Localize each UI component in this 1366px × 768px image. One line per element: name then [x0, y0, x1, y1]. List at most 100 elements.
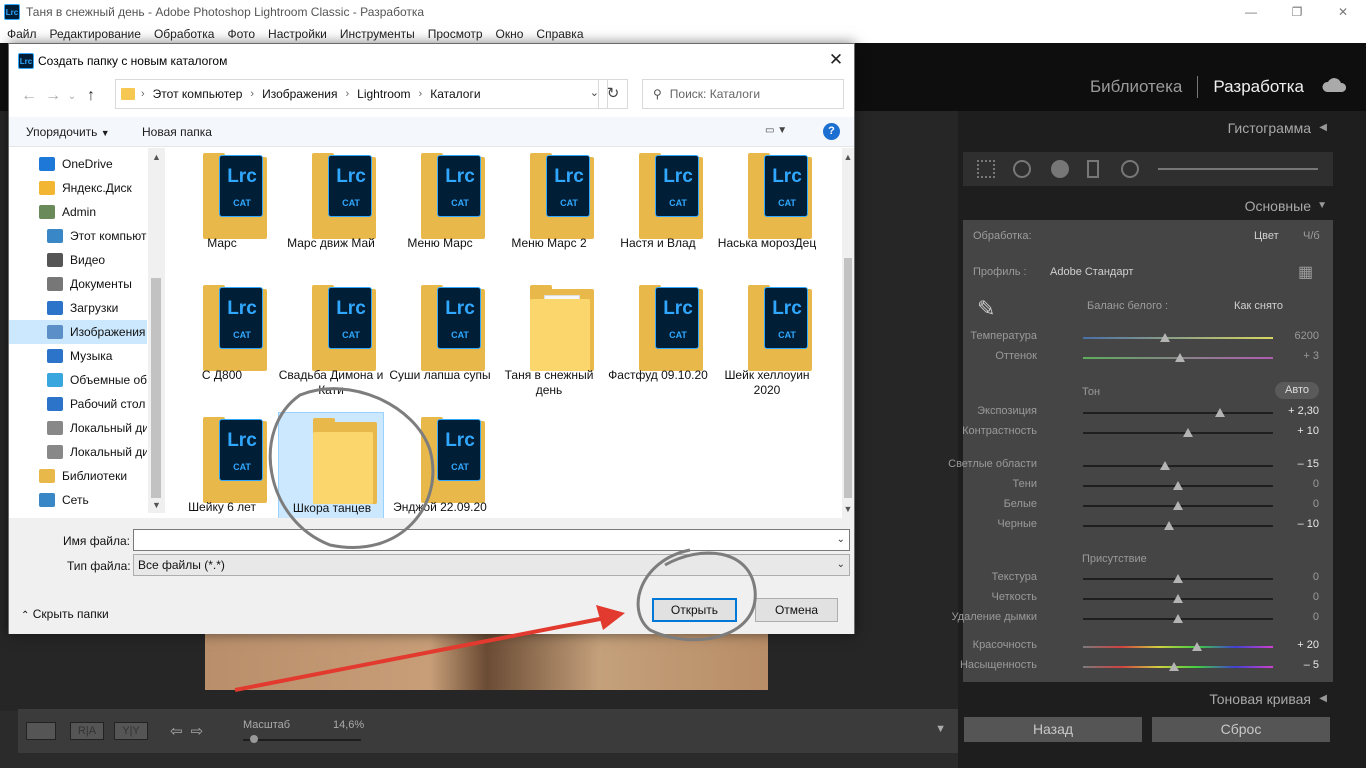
scroll-down-icon[interactable]: ▼ [148, 500, 165, 510]
view-options-button[interactable]: ▭ ▼ [765, 125, 795, 139]
file-item[interactable]: Lrc CAT Наська морозДец [714, 148, 820, 266]
slider-thumb[interactable] [1169, 662, 1180, 671]
menu-item[interactable]: Файл [7, 27, 37, 41]
cloud-icon[interactable] [1322, 78, 1346, 92]
minimize-button[interactable]: — [1228, 0, 1274, 24]
back-button[interactable]: Назад [963, 716, 1143, 743]
file-item[interactable]: Lrc CAT Настя и Влад [605, 148, 711, 266]
forward-arrow-icon[interactable]: → [41, 87, 65, 105]
menu-item[interactable]: Справка [536, 27, 583, 41]
tree-item[interactable]: Музыка [9, 344, 147, 368]
brush-slider[interactable] [1158, 168, 1318, 170]
scroll-up-icon[interactable]: ▲ [842, 152, 854, 162]
wb-value[interactable]: Как снято [1234, 300, 1283, 312]
recent-chevron-icon[interactable]: ⌄ [65, 91, 79, 102]
tree-item[interactable]: Изображения [9, 320, 147, 344]
eyedropper-icon[interactable]: ✎ [977, 296, 995, 322]
organize-button[interactable]: Упорядочить ▼ [26, 125, 110, 139]
slider-thumb[interactable] [1182, 428, 1193, 437]
file-item[interactable]: Lrc CAT Свадьба Димона и Кати [278, 280, 384, 398]
tree-item[interactable]: Яндекс.Диск [9, 176, 147, 200]
profile-value[interactable]: Adobe Стандарт [1050, 266, 1133, 278]
treatment-color[interactable]: Цвет [1254, 230, 1279, 242]
file-item[interactable]: Lrc CAT Фастфуд 09.10.20 [605, 280, 711, 398]
tree-item[interactable]: Видео [9, 248, 147, 272]
view-mode-button[interactable] [26, 722, 56, 740]
arrow-left-icon[interactable]: ⇦ [170, 722, 183, 740]
menu-item[interactable]: Фото [227, 27, 255, 41]
zoom-slider-thumb[interactable] [250, 735, 258, 743]
slider-thumb[interactable] [1173, 574, 1183, 583]
tree-item[interactable]: Загрузки [9, 296, 147, 320]
open-button[interactable]: Открыть [652, 598, 737, 622]
file-item[interactable]: Lrc CAT Меню Марс 2 [496, 148, 602, 266]
slider-thumb[interactable] [1173, 614, 1183, 623]
tree-item[interactable]: Локальный диск (C:) [9, 416, 147, 440]
tree-item[interactable]: Локальный диск (D:) [9, 440, 147, 464]
crop-tool-icon[interactable] [977, 160, 995, 178]
files-scrollbar[interactable]: ▲ ▼ [842, 148, 854, 518]
tree-item[interactable]: Рабочий стол [9, 392, 147, 416]
breadcrumb-item[interactable]: Каталоги [430, 87, 480, 101]
file-item[interactable]: Lrc CAT Энджой 22.09.20 [387, 412, 493, 530]
menu-item[interactable]: Инструменты [340, 27, 415, 41]
menu-item[interactable]: Окно [496, 27, 524, 41]
slider-thumb[interactable] [1163, 521, 1174, 530]
tree-item[interactable]: Объемные объекты [9, 368, 147, 392]
cancel-button[interactable]: Отмена [755, 598, 838, 622]
slider-track[interactable] [1083, 465, 1273, 467]
search-input[interactable]: ⚲ Поиск: Каталоги [642, 79, 844, 109]
file-item[interactable]: Шкора танцев [278, 412, 384, 530]
tone-curve-header[interactable]: Тоновая кривая ◀ [963, 684, 1337, 714]
file-item[interactable]: Lrc CAT Меню Марс [387, 148, 493, 266]
filename-input[interactable]: ⌄ [133, 529, 850, 551]
chevron-down-icon[interactable]: ⌄ [837, 555, 845, 575]
treatment-bw[interactable]: Ч/б [1303, 230, 1320, 242]
slider-track[interactable] [1083, 412, 1273, 414]
chevron-down-icon[interactable]: ⌄ [837, 530, 845, 550]
file-item[interactable]: Lrc CAT Шейку 6 лет [169, 412, 275, 530]
scroll-up-icon[interactable]: ▲ [148, 152, 165, 162]
slider-track[interactable] [1083, 646, 1273, 648]
address-bar[interactable]: › Этот компьютер › Изображения › Lightroom › К… [115, 79, 608, 109]
basic-header[interactable]: Основные ▼ [963, 191, 1337, 221]
file-item[interactable]: Таня в снежный день [496, 280, 602, 398]
menu-item[interactable]: Просмотр [428, 27, 483, 41]
tree-item[interactable]: Библиотеки [9, 464, 147, 488]
slider-thumb[interactable] [1214, 408, 1225, 417]
slider-thumb[interactable] [1159, 333, 1170, 342]
help-button[interactable]: ? [823, 123, 840, 140]
module-develop[interactable]: Разработка [1213, 77, 1304, 97]
graduated-filter-icon[interactable] [1087, 160, 1099, 178]
up-arrow-icon[interactable]: ↑ [79, 87, 103, 105]
slider-thumb[interactable] [1192, 642, 1202, 651]
breadcrumb-item[interactable]: Lightroom [357, 87, 410, 101]
file-item[interactable]: Lrc CAT С Д800 [169, 280, 275, 398]
slider-thumb[interactable] [1159, 461, 1170, 470]
new-folder-button[interactable]: Новая папка [142, 125, 212, 139]
profile-browser-icon[interactable]: ▦ [1298, 262, 1313, 282]
reset-button[interactable]: Сброс [1151, 716, 1331, 743]
red-eye-icon[interactable] [1051, 160, 1069, 178]
tree-item[interactable]: Сеть [9, 488, 147, 508]
before-after-button[interactable]: R|A [70, 722, 104, 740]
close-window-button[interactable]: ✕ [1320, 0, 1366, 24]
slider-thumb[interactable] [1174, 353, 1185, 362]
slider-thumb[interactable] [1173, 501, 1183, 510]
slider-track[interactable] [1083, 337, 1273, 339]
toolbar-menu-icon[interactable]: ▼ [935, 723, 946, 735]
histogram-header[interactable]: Гистограмма ◀ [963, 113, 1337, 143]
zoom-slider[interactable] [243, 739, 361, 741]
hide-folders-button[interactable]: ⌃ Скрыть папки [21, 607, 109, 621]
file-item[interactable]: Lrc CAT Марс [169, 148, 275, 266]
yy-button[interactable]: Y|Y [114, 722, 148, 740]
file-item[interactable]: Lrc CAT Марс движ Май [278, 148, 384, 266]
spot-removal-icon[interactable] [1013, 160, 1031, 178]
module-library[interactable]: Библиотека [1090, 77, 1182, 97]
radial-filter-icon[interactable] [1121, 160, 1139, 178]
slider-thumb[interactable] [1173, 481, 1183, 490]
slider-track[interactable] [1083, 432, 1273, 434]
slider-track[interactable] [1083, 525, 1273, 527]
tree-item[interactable]: Документы [9, 272, 147, 296]
arrow-right-icon[interactable]: ⇨ [191, 722, 204, 740]
